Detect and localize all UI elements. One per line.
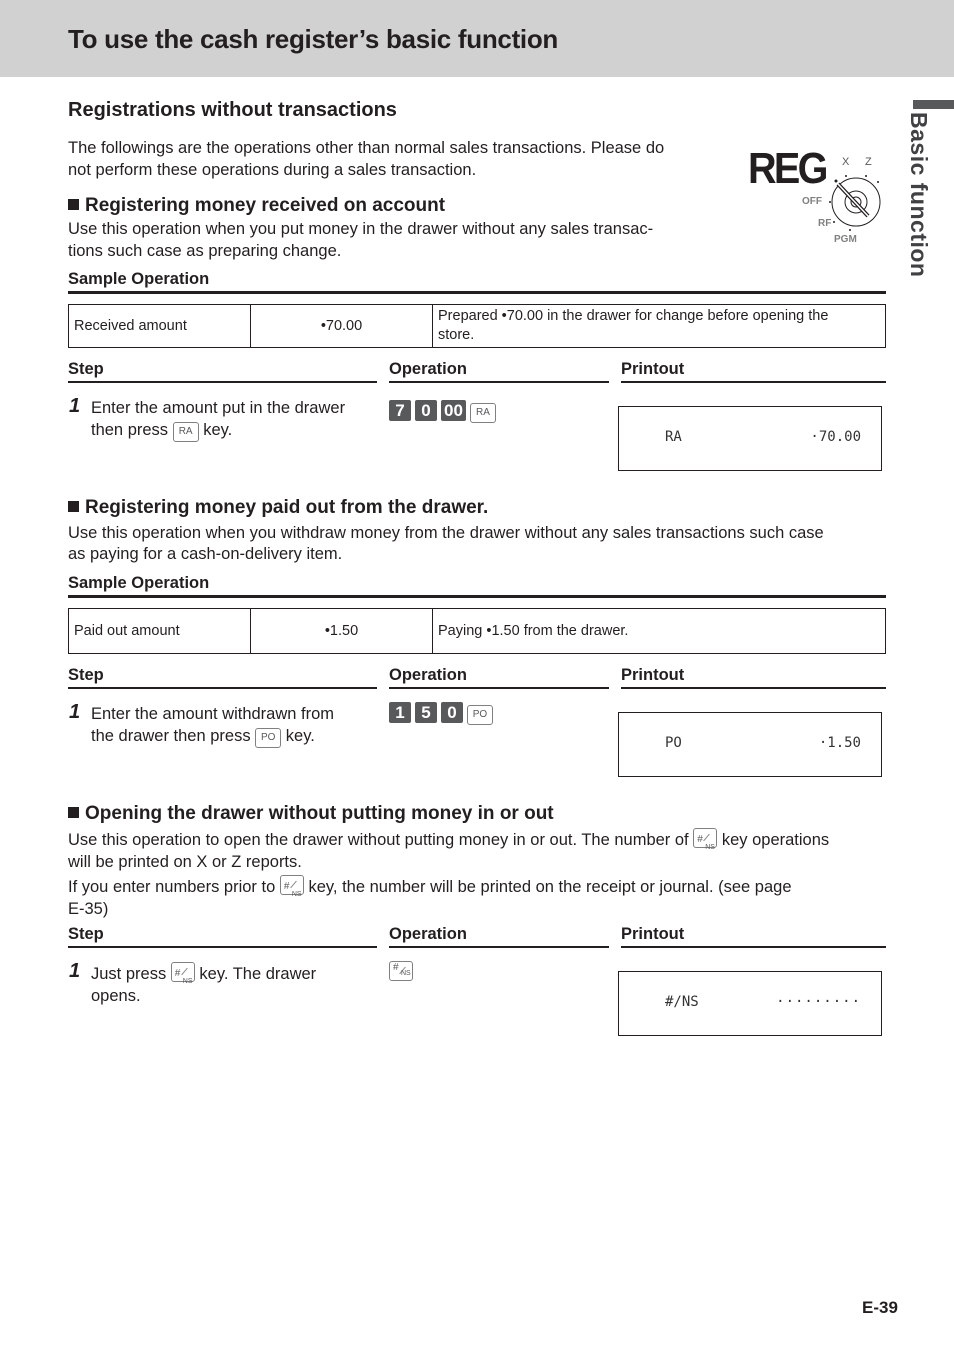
divider <box>68 946 377 948</box>
ra-key-icon: RA <box>469 403 496 423</box>
column-header-step: Step <box>68 360 104 378</box>
column-header-step: Step <box>68 666 104 684</box>
side-tab-label: Basic function <box>906 112 932 278</box>
mode-switch-illustration: REG X Z OFF RF PGM <box>748 140 898 250</box>
key-1: 1 <box>389 702 411 723</box>
operation-keys: 1 5 0 PO <box>389 702 493 725</box>
sample-operation-table: Paid out amount •1.50 Paying •1.50 from … <box>68 608 886 654</box>
printout-receipt: RA ·70.00 <box>618 406 882 471</box>
page-title: To use the cash register’s basic functio… <box>68 24 559 54</box>
mode-position-rf: RF <box>818 218 832 229</box>
printout-value: ·1.50 <box>818 735 861 751</box>
column-header-step: Step <box>68 925 104 943</box>
key-7: 7 <box>389 400 411 421</box>
table-cell-item: Received amount <box>68 304 251 348</box>
printout-label: PO <box>665 735 682 751</box>
ns-key-icon: # NS <box>693 828 718 851</box>
divider <box>621 946 886 948</box>
column-header-printout: Printout <box>621 666 685 684</box>
ns-key-icon: # NS <box>170 962 195 985</box>
table-row: Paid out amount •1.50 Paying •1.50 from … <box>68 608 886 654</box>
side-tab-bar <box>913 100 954 109</box>
section-title: Registrations without transactions <box>68 99 397 121</box>
divider <box>68 291 886 294</box>
key-5: 5 <box>415 702 437 723</box>
no-sale-title: Opening the drawer without putting money… <box>68 803 554 825</box>
divider <box>389 687 609 689</box>
column-header-operation: Operation <box>389 666 467 684</box>
table-cell-amount: •70.00 <box>250 304 433 348</box>
po-key-icon: PO <box>255 728 282 748</box>
printout-receipt: #/NS ········· <box>618 971 882 1036</box>
operation-keys: 7 0 00 RA <box>389 400 496 423</box>
table-row: Received amount •70.00 Prepared •70.00 i… <box>68 304 886 348</box>
page-number: E-39 <box>862 1298 898 1317</box>
received-on-account-desc: Use this operation when you put money in… <box>68 220 654 260</box>
table-cell-amount: •1.50 <box>250 608 433 654</box>
key-00: 00 <box>441 400 466 421</box>
po-key-icon: PO <box>467 705 493 725</box>
column-header-printout: Printout <box>621 925 685 943</box>
table-cell-note: Paying •1.50 from the drawer. <box>432 608 886 654</box>
step-instruction: Enter the amount put in the drawer then … <box>91 397 376 442</box>
step-instruction: Just press # NS key. The drawer opens. <box>91 962 376 1007</box>
divider <box>621 687 886 689</box>
printout-receipt: PO ·1.50 <box>618 712 882 777</box>
column-header-operation: Operation <box>389 925 467 943</box>
paid-out-title: Registering money paid out from the draw… <box>68 497 488 519</box>
divider <box>621 381 886 383</box>
table-cell-note: Prepared •70.00 in the drawer for change… <box>432 304 886 348</box>
mode-position-off: OFF <box>802 196 822 207</box>
column-header-operation: Operation <box>389 360 467 378</box>
key-0: 0 <box>415 400 437 421</box>
printout-label: #/NS <box>665 994 699 1010</box>
step-instruction: Enter the amount withdrawn from the draw… <box>91 703 376 748</box>
sample-operation-label: Sample Operation <box>68 574 210 592</box>
paid-out-desc: Use this operation when you withdraw mon… <box>68 524 824 563</box>
column-header-printout: Printout <box>621 360 685 378</box>
section-intro: The followings are the operations other … <box>68 137 718 181</box>
divider <box>68 687 377 689</box>
divider <box>68 381 377 383</box>
key-0: 0 <box>441 702 463 723</box>
printout-value: ·70.00 <box>810 429 861 445</box>
ns-key-icon: # NS <box>389 961 413 981</box>
ns-key-icon: # NS <box>279 875 304 898</box>
no-sale-desc: Use this operation to open the drawer wi… <box>68 828 898 920</box>
received-on-account-title: Registering money received on account <box>68 195 445 217</box>
section-intro-line: The followings are the operations other … <box>68 139 665 157</box>
bullet-square-icon <box>68 501 79 512</box>
operation-keys: # NS <box>389 961 413 983</box>
bullet-square-icon <box>68 199 79 210</box>
ra-key-icon: RA <box>172 422 199 442</box>
step-number: 1 <box>69 960 81 982</box>
printout-value: ········· <box>776 994 861 1010</box>
step-number: 1 <box>69 701 81 723</box>
section-intro-line: not perform these operations during a sa… <box>68 161 477 179</box>
mode-position-x: X <box>842 156 850 168</box>
divider <box>68 595 886 598</box>
printout-label: RA <box>665 429 682 445</box>
sample-operation-label: Sample Operation <box>68 270 210 288</box>
sample-operation-table: Received amount •70.00 Prepared •70.00 i… <box>68 304 886 348</box>
step-number: 1 <box>69 395 81 417</box>
divider <box>389 381 609 383</box>
divider <box>389 946 609 948</box>
mode-position-z: Z <box>865 156 872 168</box>
table-cell-item: Paid out amount <box>68 608 251 654</box>
bullet-square-icon <box>68 807 79 818</box>
mode-position-pgm: PGM <box>834 234 857 245</box>
